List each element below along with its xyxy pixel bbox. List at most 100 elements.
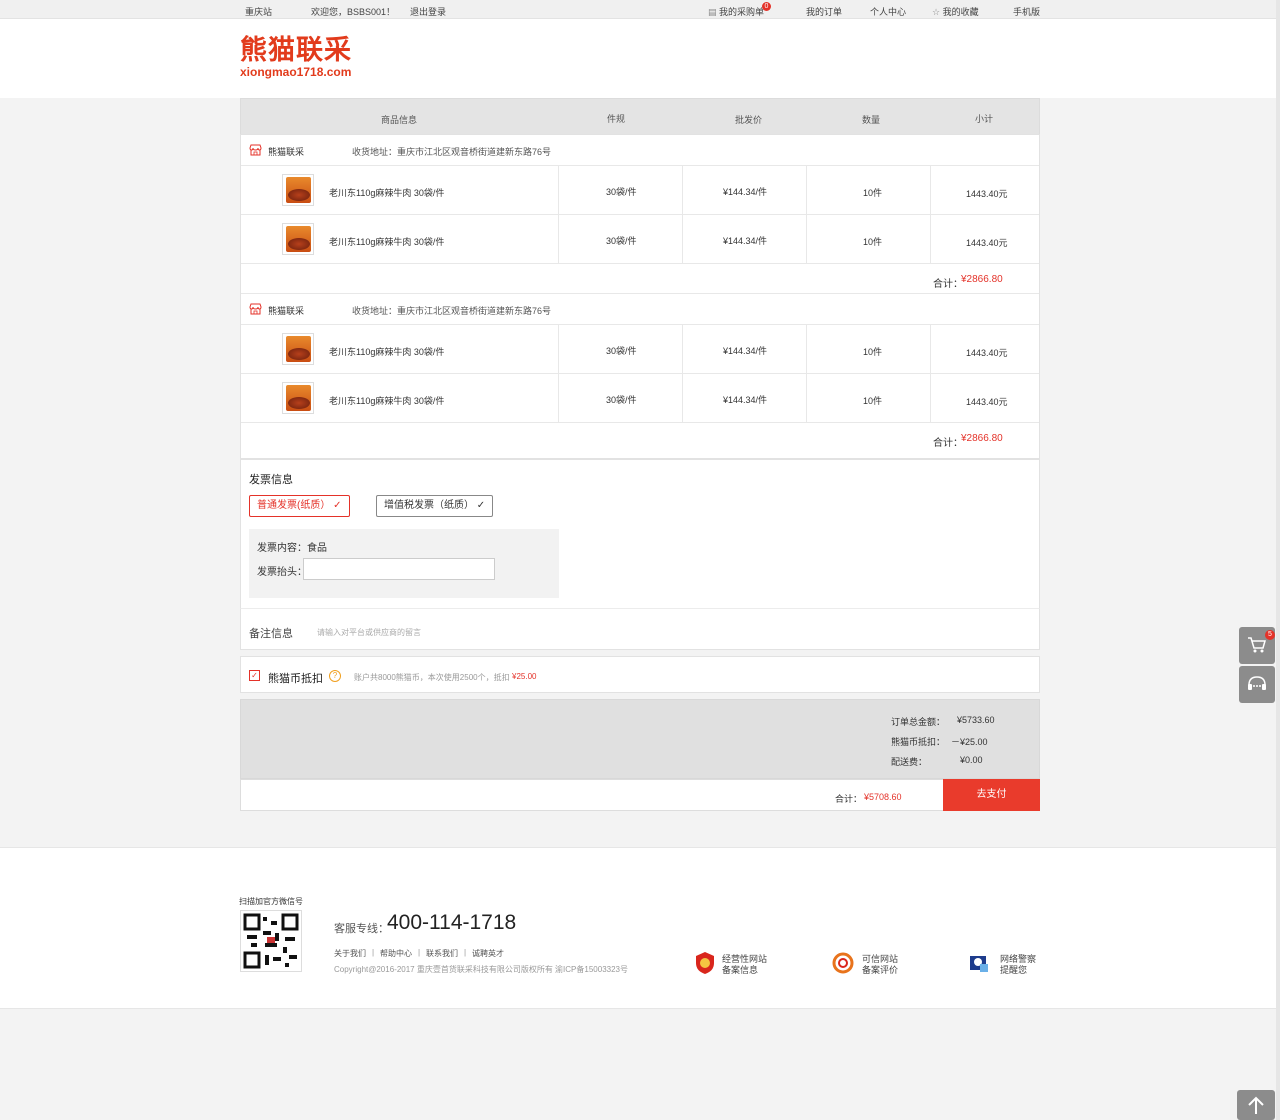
product-image[interactable] — [282, 333, 314, 365]
product-subtotal: 1443.40元 — [966, 397, 1008, 407]
back-to-top-button[interactable] — [1237, 1090, 1275, 1120]
group-total: ¥2866.80 — [961, 433, 1003, 444]
orders-link[interactable]: 我的订单 — [806, 5, 842, 18]
invoice-vat-button[interactable]: 增值税发票（纸质） ✓ — [376, 495, 494, 517]
remark-input[interactable]: 请输入对平台或供应商的留言 — [317, 627, 421, 638]
table-header: 商品信息 件规 批发价 数量 小计 — [240, 98, 1040, 135]
side-cart-button[interactable]: 5 — [1239, 627, 1275, 664]
cart-count-badge: 0 — [762, 2, 771, 11]
group-total-label: 合计： — [933, 438, 963, 449]
product-image[interactable] — [282, 382, 314, 414]
separator: | — [464, 948, 467, 957]
product-name[interactable]: 老川东110g麻辣牛肉 30袋/件 — [329, 186, 444, 199]
business-license-icon[interactable] — [695, 951, 715, 975]
group-total-label: 合计： — [933, 279, 963, 290]
order-summary: 订单总金额： ¥5733.60 熊猫币抵扣： －¥25.00 配送费： ¥0.0… — [240, 699, 1040, 779]
shop-icon — [249, 303, 262, 315]
product-spec: 30袋/件 — [606, 346, 637, 356]
cart-link[interactable]: ▤ 我的采购单 — [708, 5, 764, 18]
group-total-row: 合计： ¥2866.80 — [241, 263, 1039, 293]
product-subtotal: 1443.40元 — [966, 348, 1008, 358]
product-qty: 10件 — [863, 237, 883, 247]
hotline-number: 400-114-1718 — [387, 911, 517, 934]
product-spec: 30袋/件 — [606, 395, 637, 405]
shop-name[interactable]: 熊猫联采 — [268, 145, 304, 158]
product-name[interactable]: 老川东110g麻辣牛肉 30袋/件 — [329, 394, 444, 407]
pay-bar: 合计： ¥5708.60 — [240, 779, 1040, 811]
cyber-police-icon[interactable] — [968, 952, 990, 974]
logo-domain: xiongmao1718.com — [240, 65, 352, 79]
side-cart-count: 5 — [1265, 630, 1275, 640]
product-price: ¥144.34/件 — [723, 236, 768, 246]
product-price: ¥144.34/件 — [723, 395, 768, 405]
separator: | — [372, 948, 375, 957]
footer-link-contact[interactable]: 联系我们 — [426, 948, 458, 959]
copyright: Copyright@2016-2017 重庆壹首货联采科技有限公司版权所有 渝I… — [334, 965, 628, 974]
product-image[interactable] — [282, 174, 314, 206]
coin-discount-label: 熊猫币抵扣： — [891, 737, 946, 747]
group-total-row: 合计： ¥2866.80 — [241, 422, 1039, 452]
scrollbar[interactable] — [1276, 0, 1280, 1120]
coin-section: ✓ 熊猫币抵扣 ? 账户共8000熊猫币，本次使用2500个，抵扣 ¥25.00 — [240, 656, 1040, 693]
invoice-content: 发票内容：食品 — [257, 543, 327, 554]
trusted-site-icon[interactable] — [832, 952, 854, 974]
logout-link[interactable]: 退出登录 — [410, 5, 446, 18]
product-name[interactable]: 老川东110g麻辣牛肉 30袋/件 — [329, 235, 444, 248]
city-link[interactable]: 重庆站 — [245, 5, 272, 18]
table-row: 老川东110g麻辣牛肉 30袋/件 30袋/件 ¥144.34/件 10件 14… — [241, 214, 1039, 263]
star-icon: ☆ — [932, 7, 941, 17]
pay-total: ¥5708.60 — [864, 792, 902, 802]
product-image[interactable] — [282, 223, 314, 255]
header: 熊猫联采 xiongmao1718.com — [0, 19, 1280, 98]
separator: | — [418, 948, 421, 957]
remark-section: 备注信息 请输入对平台或供应商的留言 — [240, 608, 1040, 650]
col-info: 商品信息 — [381, 115, 418, 125]
remark-label: 备注信息 — [249, 628, 293, 640]
check-icon: ✓ — [333, 500, 342, 511]
badge-business-line2[interactable]: 备案信息 — [722, 963, 758, 976]
col-price: 批发价 — [735, 115, 763, 125]
customer-service-icon — [1248, 676, 1266, 690]
product-name[interactable]: 老川东110g麻辣牛肉 30袋/件 — [329, 345, 444, 358]
coin-desc: 账户共8000熊猫币，本次使用2500个，抵扣 — [354, 673, 510, 682]
coin-discount: －¥25.00 — [951, 737, 988, 747]
side-service-button[interactable] — [1239, 666, 1275, 703]
qr-code — [240, 910, 302, 972]
badge-police-line2[interactable]: 提醒您 — [1000, 963, 1027, 976]
badge-trusted-line2[interactable]: 备案评价 — [862, 963, 898, 976]
footer-link-help[interactable]: 帮助中心 — [380, 948, 412, 959]
shop-name[interactable]: 熊猫联采 — [268, 304, 304, 317]
shop-row: 熊猫联采 收货地址：重庆市江北区观音桥街道建新东路76号 — [241, 293, 1039, 324]
invoice-normal-button[interactable]: 普通发票(纸质） ✓ — [249, 495, 350, 517]
table-row: 老川东110g麻辣牛肉 30袋/件 30袋/件 ¥144.34/件 10件 14… — [241, 324, 1039, 373]
coin-label: 熊猫币抵扣 — [268, 673, 323, 685]
product-price: ¥144.34/件 — [723, 187, 768, 197]
coin-amount: ¥25.00 — [512, 672, 537, 681]
table-row: 老川东110g麻辣牛肉 30袋/件 30袋/件 ¥144.34/件 10件 14… — [241, 373, 1039, 422]
table-row: 老川东110g麻辣牛肉 30袋/件 30袋/件 ¥144.34/件 10件 14… — [241, 165, 1039, 214]
logo-text[interactable]: 熊猫联采 — [240, 36, 352, 64]
coin-checkbox[interactable]: ✓ — [249, 670, 260, 681]
shipping-fee-label: 配送费： — [891, 757, 928, 767]
pay-button[interactable]: 去支付 — [943, 779, 1040, 811]
footer-link-about[interactable]: 关于我们 — [334, 948, 366, 959]
qr-label: 扫描加官方微信号 — [239, 897, 303, 906]
product-qty: 10件 — [863, 188, 883, 198]
invoice-header-input[interactable] — [303, 558, 495, 580]
col-spec: 件规 — [607, 114, 626, 124]
product-qty: 10件 — [863, 396, 883, 406]
invoice-header-label: 发票抬头： — [257, 567, 307, 578]
product-subtotal: 1443.40元 — [966, 238, 1008, 248]
footer-link-jobs[interactable]: 诚聘英才 — [472, 948, 504, 959]
invoice-title: 发票信息 — [249, 474, 293, 486]
col-subtotal: 小计 — [975, 114, 994, 124]
welcome-text: 欢迎您，BSBS001！ — [311, 7, 396, 17]
help-icon[interactable]: ? — [329, 670, 341, 682]
product-spec: 30袋/件 — [606, 187, 637, 197]
top-bar: 重庆站 欢迎您，BSBS001！ 退出登录 ▤ 我的采购单 0 我的订单 个人中… — [0, 0, 1280, 19]
favorites-link[interactable]: ☆ 我的收藏 — [932, 5, 979, 18]
mobile-link[interactable]: 手机版 — [1013, 5, 1040, 18]
footer: 扫描加官方微信号 客服专线： 400-114-1718 关于我们 | 帮助中心 … — [0, 847, 1280, 1009]
check-icon: ✓ — [476, 500, 486, 511]
user-center-link[interactable]: 个人中心 — [870, 5, 906, 18]
